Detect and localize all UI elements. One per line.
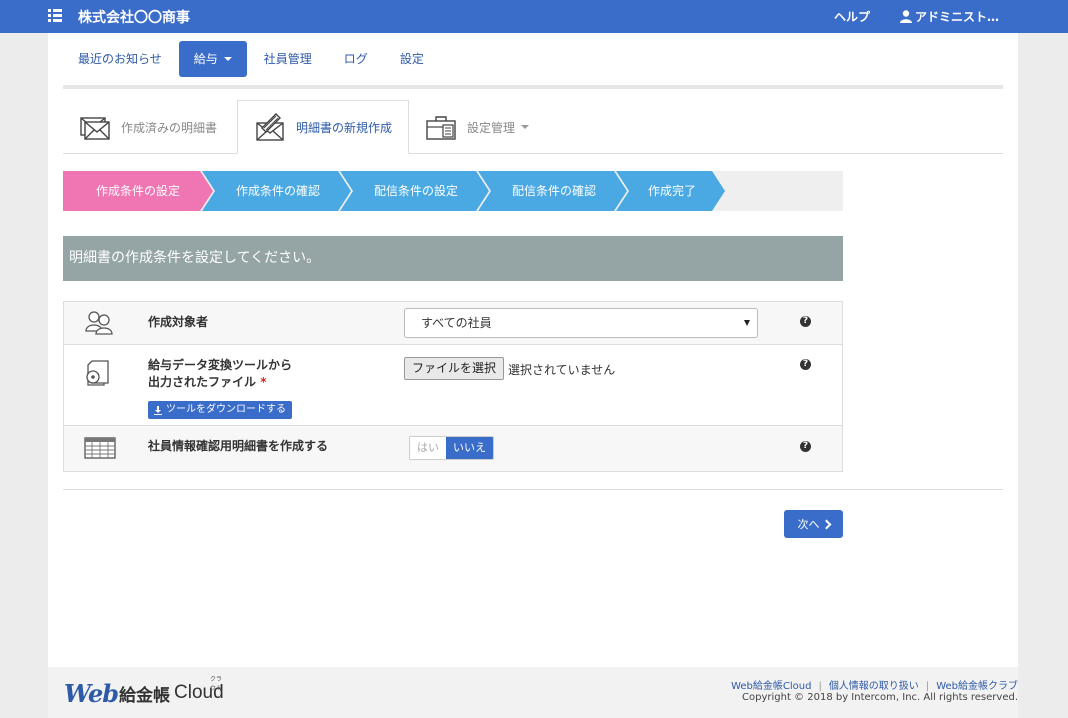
- target-select[interactable]: すべての社員: [404, 308, 758, 338]
- tab-created-statements[interactable]: 作成済みの明細書: [63, 100, 237, 154]
- file-label-line1: 給与データ変換ツールから: [148, 358, 293, 372]
- disc-box-icon: [86, 360, 109, 386]
- next-label: 次へ: [797, 518, 820, 531]
- footer-link-privacy[interactable]: 個人情報の取り扱い: [829, 681, 919, 692]
- download-icon: [154, 405, 162, 415]
- people-icon: [85, 311, 113, 335]
- help-icon[interactable]: ?: [800, 441, 811, 452]
- tab-settings-management[interactable]: 設定管理: [425, 100, 565, 154]
- product-logo: Web 給金帳 Cloud クラウド: [64, 675, 224, 711]
- link-separator: |: [818, 681, 822, 692]
- main-panel: 最近のお知らせ 給与 社員管理 ログ 設定 作成済みの明細書 明細書の新規作成 …: [48, 33, 1018, 667]
- caret-down-icon: [223, 57, 232, 61]
- choose-file-button[interactable]: ファイルを選択: [404, 357, 505, 380]
- user-name: アドミニスト…: [915, 10, 1000, 24]
- logo-kyu: 給金帳: [119, 685, 171, 706]
- tab-label: 作成済みの明細書: [121, 120, 218, 135]
- step-3-label: 配信条件の設定: [373, 184, 458, 198]
- sub-tabs: 作成済みの明細書 明細書の新規作成 設定管理: [63, 100, 1003, 154]
- user-menu[interactable]: アドミニスト…: [900, 8, 999, 25]
- tab-new-statement[interactable]: 明細書の新規作成: [237, 100, 409, 154]
- main-nav: 最近のお知らせ 給与 社員管理 ログ 設定: [63, 41, 441, 77]
- envelopes-icon: [80, 117, 110, 140]
- footer-link-product[interactable]: Web給金帳Cloud: [731, 681, 811, 692]
- form-divider: [63, 489, 1003, 490]
- help-icon[interactable]: ?: [800, 316, 811, 327]
- copyright: Copyright © 2018 by Intercom, Inc. All r…: [742, 692, 1018, 703]
- file-row: 給与データ変換ツールから 出力されたファイル * ファイルを選択 選択されていま…: [64, 345, 842, 426]
- file-status: 選択されていません: [508, 363, 616, 377]
- spreadsheet-icon: [84, 437, 116, 459]
- logo-web: Web: [64, 678, 119, 708]
- menu-icon[interactable]: [48, 9, 62, 22]
- help-link[interactable]: ヘルプ: [834, 8, 870, 25]
- company-name: 株式会社〇〇商事: [78, 10, 190, 26]
- nav-divider: [63, 85, 1003, 89]
- top-bar: 株式会社〇〇商事 ヘルプ アドミニスト…: [0, 0, 1068, 33]
- help-icon[interactable]: ?: [800, 359, 811, 370]
- tab-label: 設定管理: [467, 120, 516, 135]
- target-row: 作成対象者 すべての社員 ?: [64, 302, 842, 345]
- yes-no-toggle: はい いいえ: [409, 436, 494, 460]
- toggle-no[interactable]: いいえ: [446, 437, 493, 459]
- file-label-line2: 出力されたファイル: [148, 375, 257, 389]
- step-2-label: 作成条件の確認: [235, 184, 320, 198]
- footer: Web 給金帳 Cloud クラウド Web給金帳Cloud | 個人情報の取り扱い…: [48, 667, 1018, 718]
- instruction-banner: 明細書の作成条件を設定してください。: [63, 236, 843, 281]
- logo-ruby: クラウド: [210, 677, 223, 692]
- required-mark: *: [260, 375, 267, 389]
- confirm-label: 社員情報確認用明細書を作成する: [148, 439, 329, 453]
- chevron-right-icon: [821, 519, 831, 529]
- nav-item-label: 給与: [193, 52, 218, 66]
- link-separator: |: [925, 681, 930, 692]
- nav-item-news[interactable]: 最近のお知らせ: [63, 41, 177, 77]
- step-1-label: 作成条件の設定: [95, 184, 180, 198]
- creation-form: 作成対象者 すべての社員 ? 給与データ変換ツールから 出力されたファイル * …: [63, 301, 843, 472]
- user-icon: [900, 10, 912, 23]
- dropdown-arrow-icon: [744, 320, 750, 326]
- toggle-yes[interactable]: はい: [410, 437, 446, 459]
- footer-links: Web給金帳Cloud | 個人情報の取り扱い | Web給金帳クラブ: [718, 677, 1018, 692]
- nav-item-employees[interactable]: 社員管理: [249, 41, 327, 77]
- target-select-value: すべての社員: [421, 316, 492, 330]
- toolbox-icon: [426, 116, 456, 140]
- target-label: 作成対象者: [148, 315, 209, 329]
- logo-cloud: Cloud クラウド: [174, 677, 224, 704]
- progress-steps: 作成条件の設定 作成条件の確認 配信条件の設定 配信条件の確認 作成完了: [63, 171, 843, 211]
- step-4-label: 配信条件の確認: [511, 184, 596, 198]
- nav-item-settings[interactable]: 設定: [385, 41, 439, 77]
- confirm-row: 社員情報確認用明細書を作成する はい いいえ ?: [64, 426, 842, 471]
- footer-link-club[interactable]: Web給金帳クラブ: [936, 681, 1018, 692]
- caret-down-icon: [521, 125, 530, 129]
- envelope-pen-icon: [256, 113, 284, 141]
- file-label: 給与データ変換ツールから 出力されたファイル *: [148, 357, 292, 391]
- nav-item-salary[interactable]: 給与: [178, 41, 247, 77]
- download-tool-button[interactable]: ツールをダウンロードする: [148, 401, 292, 419]
- next-button[interactable]: 次へ: [784, 510, 843, 538]
- step-5-label: 作成完了: [647, 184, 696, 198]
- nav-item-log[interactable]: ログ: [329, 41, 383, 77]
- tab-label: 明細書の新規作成: [296, 120, 393, 135]
- download-label: ツールをダウンロードする: [166, 404, 286, 415]
